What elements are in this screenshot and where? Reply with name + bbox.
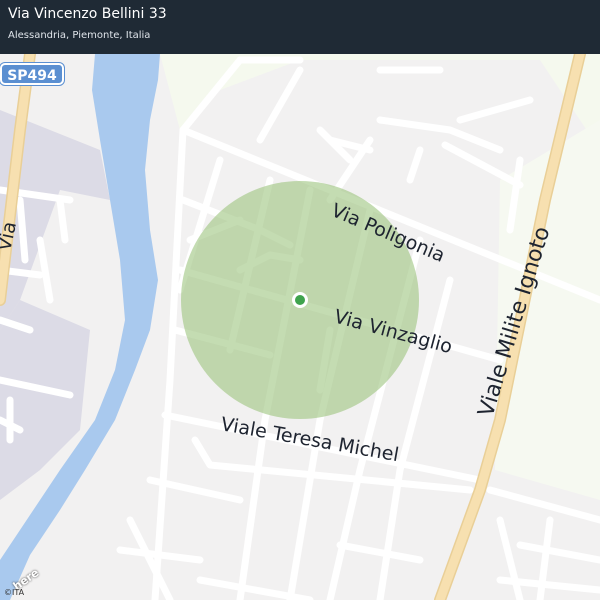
location-dot (295, 295, 305, 305)
location-title: Via Vincenzo Bellini 33 (8, 6, 167, 22)
route-shield-sp494: SP494 (0, 63, 64, 85)
map-attribution: ©ITA (4, 588, 25, 597)
location-header: Via Vincenzo Bellini 33 Alessandria, Pie… (0, 0, 600, 54)
location-subtitle: Alessandria, Piemonte, Italia (8, 30, 151, 41)
map-canvas[interactable]: Via Poligonia Via Vinzaglio Viale Teresa… (0, 0, 600, 600)
